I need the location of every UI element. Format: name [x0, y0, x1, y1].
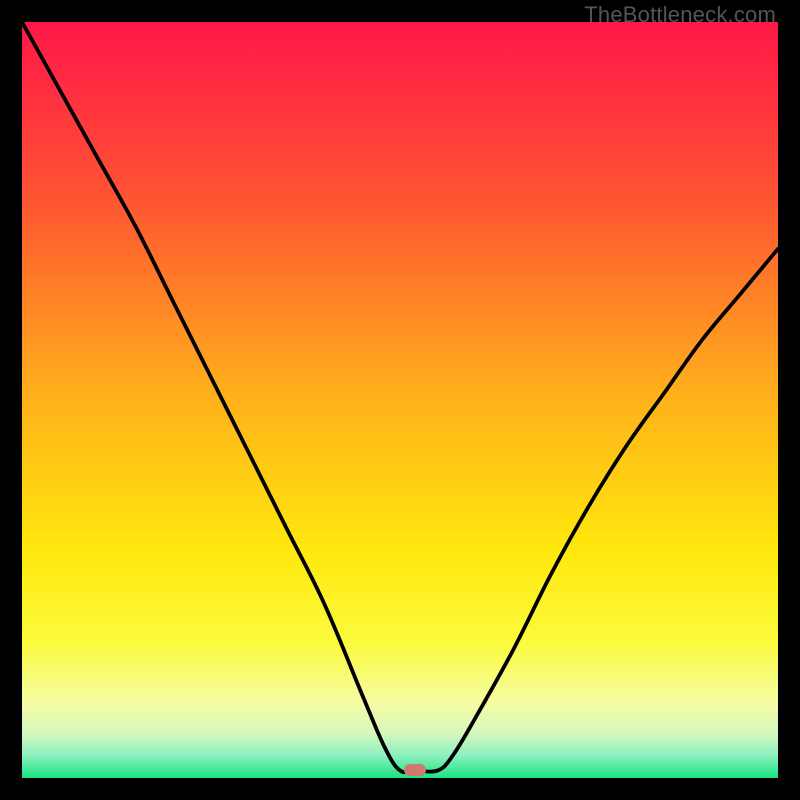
- curve-layer: [22, 22, 778, 778]
- plot-area: [22, 22, 778, 778]
- chart-container: TheBottleneck.com: [0, 0, 800, 800]
- optimal-marker: [404, 764, 426, 776]
- bottleneck-curve: [22, 22, 778, 772]
